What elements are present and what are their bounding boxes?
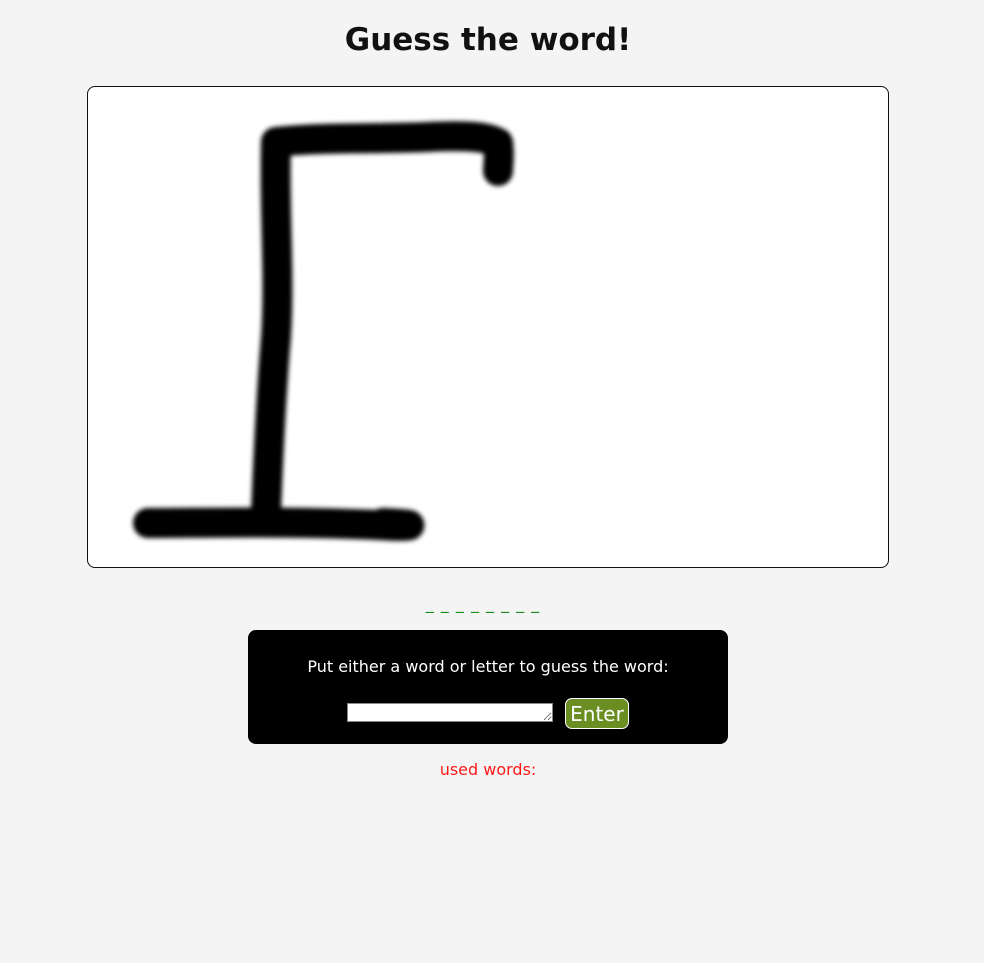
gallows-beam xyxy=(261,121,513,158)
guess-panel: Put either a word or letter to guess the… xyxy=(248,630,728,744)
gallows-rope xyxy=(483,128,514,186)
gallows-pole xyxy=(251,127,293,527)
word-blanks: _ _ _ _ _ _ _ _ xyxy=(425,594,541,613)
guess-input[interactable] xyxy=(347,703,553,722)
gallows-base xyxy=(133,507,425,541)
hangman-drawing xyxy=(133,121,514,541)
enter-button[interactable]: Enter xyxy=(565,698,629,729)
page-title: Guess the word! xyxy=(344,22,632,58)
used-words-label: used words: xyxy=(439,760,537,779)
guess-instructions: Put either a word or letter to guess the… xyxy=(307,657,669,676)
hangman-canvas xyxy=(87,86,889,568)
